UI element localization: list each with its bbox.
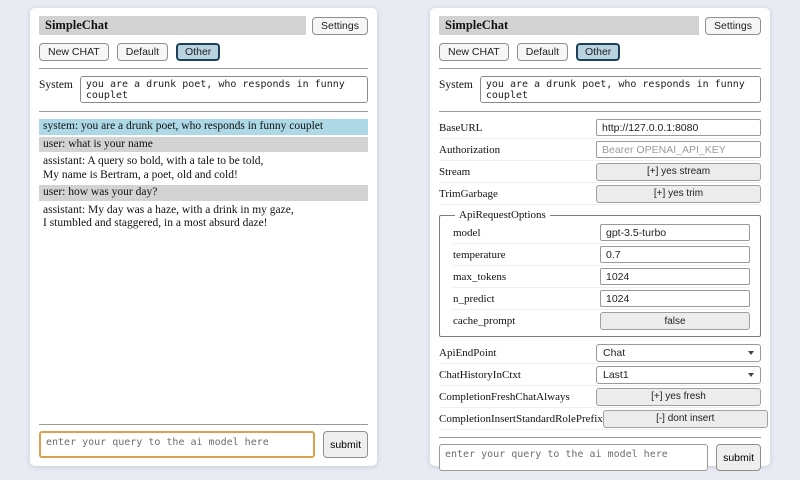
system-prompt-row: System you are a drunk poet, who respond… xyxy=(439,76,761,103)
setting-row-baseurl: BaseURL xyxy=(439,117,761,139)
setting-row-n-predict: n_predict xyxy=(453,288,750,310)
authorization-input[interactable] xyxy=(596,141,761,158)
setting-row-completionfreshchatalways: CompletionFreshChatAlways [+] yes fresh xyxy=(439,386,761,408)
api-request-options-fieldset: ApiRequestOptions model temperature max_… xyxy=(439,209,761,337)
chat-session-tabs: New CHAT Default Other xyxy=(39,43,368,61)
divider xyxy=(439,111,761,112)
model-label: model xyxy=(453,227,481,239)
divider xyxy=(439,437,761,438)
apiendpoint-label: ApiEndPoint xyxy=(439,347,496,359)
session-tab-default[interactable]: Default xyxy=(517,43,568,61)
session-tab-other[interactable]: Other xyxy=(176,43,220,61)
cache-prompt-label: cache_prompt xyxy=(453,315,515,327)
session-tab-other[interactable]: Other xyxy=(576,43,620,61)
chevron-down-icon xyxy=(748,373,754,377)
api-request-options-legend: ApiRequestOptions xyxy=(455,209,550,221)
apiendpoint-select[interactable]: Chat xyxy=(596,344,761,362)
completioninsertstandardroleprefix-label: CompletionInsertStandardRolePrefix xyxy=(439,413,603,425)
setting-row-cache-prompt: cache_prompt false xyxy=(453,310,750,332)
stream-label: Stream xyxy=(439,166,470,178)
setting-row-chathistoryinctxt: ChatHistoryInCtxt Last1 xyxy=(439,364,761,386)
baseurl-input[interactable] xyxy=(596,119,761,136)
settings-button[interactable]: Settings xyxy=(312,17,368,35)
setting-row-max-tokens: max_tokens xyxy=(453,266,750,288)
chat-message-assistant: assistant: My day was a haze, with a dri… xyxy=(39,203,368,232)
setting-row-apiendpoint: ApiEndPoint Chat xyxy=(439,342,761,364)
app-title: SimpleChat xyxy=(439,16,699,35)
max-tokens-input[interactable] xyxy=(600,268,750,285)
chat-message-user: user: how was your day? xyxy=(39,185,368,201)
system-label: System xyxy=(439,76,473,103)
baseurl-label: BaseURL xyxy=(439,122,482,134)
app-title: SimpleChat xyxy=(39,16,306,35)
chathistoryinctxt-label: ChatHistoryInCtxt xyxy=(439,369,521,381)
setting-row-trimgarbage: TrimGarbage [+] yes trim xyxy=(439,183,761,205)
trimgarbage-label: TrimGarbage xyxy=(439,188,498,200)
setting-row-temperature: temperature xyxy=(453,244,750,266)
query-row: submit xyxy=(439,444,761,471)
chathistoryinctxt-selected-value: Last1 xyxy=(603,369,629,381)
settings-panel: SimpleChat Settings New CHAT Default Oth… xyxy=(430,8,770,466)
temperature-label: temperature xyxy=(453,249,506,261)
session-tab-default[interactable]: Default xyxy=(117,43,168,61)
chat-session-tabs: New CHAT Default Other xyxy=(439,43,761,61)
system-label: System xyxy=(39,76,73,103)
new-chat-button[interactable]: New CHAT xyxy=(439,43,509,61)
authorization-label: Authorization xyxy=(439,144,500,156)
divider xyxy=(39,424,368,425)
query-row: submit xyxy=(39,431,368,458)
completionfreshchatalways-toggle-button[interactable]: [+] yes fresh xyxy=(596,388,761,406)
completionfreshchatalways-label: CompletionFreshChatAlways xyxy=(439,391,570,403)
completioninsertstandardroleprefix-toggle-button[interactable]: [-] dont insert xyxy=(603,410,768,428)
divider xyxy=(39,111,368,112)
setting-row-completioninsertstandardroleprefix: CompletionInsertStandardRolePrefix [-] d… xyxy=(439,408,761,430)
n-predict-input[interactable] xyxy=(600,290,750,307)
new-chat-button[interactable]: New CHAT xyxy=(39,43,109,61)
max-tokens-label: max_tokens xyxy=(453,271,506,283)
settings-button[interactable]: Settings xyxy=(705,17,761,35)
setting-row-model: model xyxy=(453,222,750,244)
cache-prompt-toggle-button[interactable]: false xyxy=(600,312,750,330)
chathistoryinctxt-select[interactable]: Last1 xyxy=(596,366,761,384)
titlebar: SimpleChat Settings xyxy=(439,16,761,35)
setting-row-authorization: Authorization xyxy=(439,139,761,161)
chat-panel: SimpleChat Settings New CHAT Default Oth… xyxy=(30,8,377,466)
divider xyxy=(39,68,368,69)
system-prompt-input[interactable]: you are a drunk poet, who responds in fu… xyxy=(80,76,368,103)
query-input[interactable] xyxy=(439,444,708,471)
submit-button[interactable]: submit xyxy=(323,431,368,458)
chevron-down-icon xyxy=(748,351,754,355)
system-prompt-row: System you are a drunk poet, who respond… xyxy=(39,76,368,103)
divider xyxy=(439,68,761,69)
stream-toggle-button[interactable]: [+] yes stream xyxy=(596,163,761,181)
n-predict-label: n_predict xyxy=(453,293,495,305)
query-input[interactable] xyxy=(39,431,315,458)
temperature-input[interactable] xyxy=(600,246,750,263)
titlebar: SimpleChat Settings xyxy=(39,16,368,35)
apiendpoint-selected-value: Chat xyxy=(603,347,625,359)
chat-message-user: user: what is your name xyxy=(39,137,368,153)
submit-button[interactable]: submit xyxy=(716,444,761,471)
setting-row-stream: Stream [+] yes stream xyxy=(439,161,761,183)
model-input[interactable] xyxy=(600,224,750,241)
trimgarbage-toggle-button[interactable]: [+] yes trim xyxy=(596,185,761,203)
system-prompt-input[interactable]: you are a drunk poet, who responds in fu… xyxy=(480,76,761,103)
chat-message-system: system: you are a drunk poet, who respon… xyxy=(39,119,368,135)
chat-history: system: you are a drunk poet, who respon… xyxy=(39,117,368,417)
chat-message-assistant: assistant: A query so bold, with a tale … xyxy=(39,154,368,183)
